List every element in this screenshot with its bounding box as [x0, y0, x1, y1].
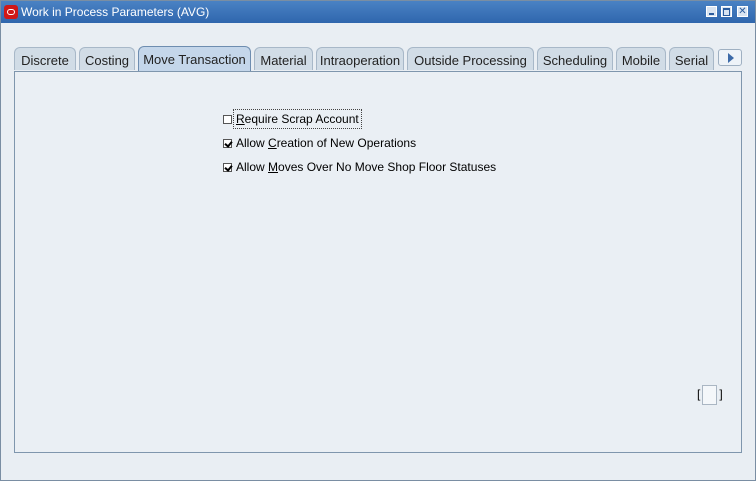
- tab-strip: Discrete Costing Move Transaction Materi…: [14, 46, 744, 71]
- checkbox-box[interactable]: [223, 114, 232, 124]
- checkbox-box[interactable]: [223, 138, 232, 148]
- oracle-logo-icon: [4, 5, 18, 19]
- bracket-left: [: [697, 387, 701, 402]
- minimize-button[interactable]: [706, 6, 717, 17]
- bracket-right: ]: [719, 387, 723, 402]
- tab-outside-processing[interactable]: Outside Processing: [407, 47, 534, 70]
- move-transaction-panel: Require Scrap Account Allow Creation of …: [14, 71, 742, 453]
- tab-material[interactable]: Material: [254, 47, 313, 70]
- allow-creation-of-new-operations-checkbox[interactable]: Allow Creation of New Operations: [223, 135, 416, 151]
- checkbox-label: Allow Moves Over No Move Shop Floor Stat…: [236, 160, 497, 174]
- window: Work in Process Parameters (AVG) ✕ Discr…: [0, 0, 756, 481]
- require-scrap-account-checkbox[interactable]: Require Scrap Account: [223, 109, 362, 129]
- tab-discrete[interactable]: Discrete: [14, 47, 76, 70]
- tab-costing[interactable]: Costing: [79, 47, 135, 70]
- tab-scheduling[interactable]: Scheduling: [537, 47, 613, 70]
- checkbox-box[interactable]: [223, 162, 232, 172]
- descriptive-flexfield[interactable]: []: [697, 385, 723, 405]
- window-footer: [1, 459, 755, 480]
- close-button[interactable]: ✕: [737, 6, 748, 17]
- tab-serial[interactable]: Serial: [669, 47, 714, 70]
- title-bar[interactable]: Work in Process Parameters (AVG) ✕: [1, 1, 755, 23]
- tab-scroll-right-icon[interactable]: [718, 49, 742, 66]
- tab-move-transaction[interactable]: Move Transaction: [138, 46, 251, 71]
- window-title: Work in Process Parameters (AVG): [21, 5, 210, 19]
- tab-mobile[interactable]: Mobile: [616, 47, 666, 70]
- checkbox-label: Require Scrap Account: [233, 109, 362, 129]
- allow-moves-over-no-move-statuses-checkbox[interactable]: Allow Moves Over No Move Shop Floor Stat…: [223, 159, 496, 175]
- flexfield-box[interactable]: [702, 385, 718, 405]
- maximize-button[interactable]: [721, 6, 732, 17]
- checkbox-label: Allow Creation of New Operations: [236, 136, 417, 150]
- tab-intraoperation[interactable]: Intraoperation: [316, 47, 404, 70]
